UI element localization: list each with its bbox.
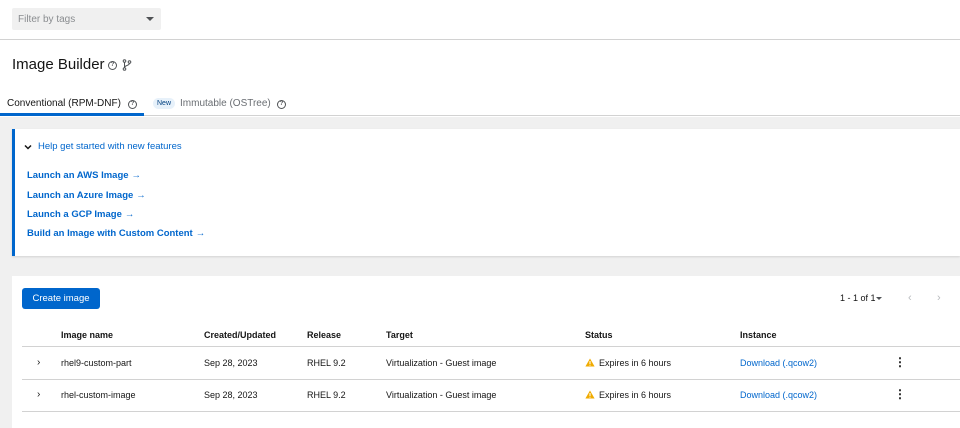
caret-down-icon[interactable] <box>876 297 882 300</box>
chevron-down-icon[interactable] <box>24 143 32 151</box>
column-header-release[interactable]: Release <box>307 330 341 340</box>
branch-icon[interactable] <box>122 59 132 71</box>
column-header-instance: Instance <box>740 330 777 340</box>
help-icon[interactable]: ? <box>128 100 137 109</box>
chevron-right-icon[interactable]: › <box>37 389 40 400</box>
create-image-button[interactable]: Create image <box>22 288 100 309</box>
release-cell: RHEL 9.2 <box>307 358 346 368</box>
image-name-cell: rhel-custom-image <box>61 390 136 400</box>
warning-icon <box>585 358 595 367</box>
tab-immutable-label[interactable]: Immutable (OSTree) <box>180 98 271 109</box>
arrow-right-icon: → <box>136 190 146 201</box>
chevron-right-icon[interactable]: › <box>37 357 40 368</box>
pagination-next-button[interactable]: › <box>937 292 941 304</box>
pagination-toggle[interactable]: 1 - 1 of 1 <box>840 293 876 303</box>
arrow-right-icon: → <box>131 170 142 181</box>
launch-aws-link[interactable]: Launch an AWS Image → <box>27 170 141 181</box>
launch-azure-link[interactable]: Launch an Azure Image → <box>27 190 146 201</box>
image-name-cell: rhel9-custom-part <box>61 358 132 368</box>
arrow-right-icon: → <box>124 209 135 220</box>
kebab-icon[interactable]: ⋮ <box>894 355 906 369</box>
caret-down-icon <box>146 17 154 21</box>
link-label: Launch a GCP Image <box>27 209 122 220</box>
column-header-status[interactable]: Status <box>585 330 613 340</box>
page-title: Image Builder <box>12 56 105 73</box>
link-label: Build an Image with Custom Content <box>27 228 193 239</box>
warning-icon <box>585 390 595 399</box>
pagination-prev-button[interactable]: ‹ <box>908 292 912 304</box>
download-link[interactable]: Download (.qcow2) <box>740 390 817 400</box>
divider <box>22 379 960 380</box>
target-cell: Virtualization - Guest image <box>386 390 497 400</box>
link-label: Launch an Azure Image <box>27 190 134 201</box>
help-icon[interactable]: ? <box>108 61 117 70</box>
release-cell: RHEL 9.2 <box>307 390 346 400</box>
status-cell: Expires in 6 hours <box>599 358 672 368</box>
help-icon[interactable]: ? <box>277 100 286 109</box>
divider <box>22 411 960 412</box>
created-cell: Sep 28, 2023 <box>204 390 258 400</box>
tab-conventional-label[interactable]: Conventional (RPM-DNF) <box>7 98 121 109</box>
filter-by-tags-select[interactable]: Filter by tags <box>12 8 161 30</box>
target-cell: Virtualization - Guest image <box>386 358 497 368</box>
column-header-target[interactable]: Target <box>386 330 413 340</box>
download-link[interactable]: Download (.qcow2) <box>740 358 817 368</box>
created-cell: Sep 28, 2023 <box>204 358 258 368</box>
link-label: Launch an AWS Image <box>27 170 129 181</box>
custom-content-link[interactable]: Build an Image with Custom Content → <box>27 228 205 239</box>
kebab-icon[interactable]: ⋮ <box>894 387 906 401</box>
divider <box>22 346 960 347</box>
launch-gcp-link[interactable]: Launch a GCP Image → <box>27 209 134 220</box>
tab-bar <box>0 92 960 116</box>
arrow-right-icon: → <box>195 228 206 239</box>
column-header-image-name[interactable]: Image name <box>61 330 113 340</box>
help-toggle[interactable]: Help get started with new features <box>38 141 182 152</box>
status-cell: Expires in 6 hours <box>599 390 672 400</box>
images-table-card <box>12 276 960 428</box>
column-header-created[interactable]: Created/Updated <box>204 330 276 340</box>
new-badge: New <box>153 98 176 109</box>
filter-placeholder: Filter by tags <box>18 14 76 25</box>
